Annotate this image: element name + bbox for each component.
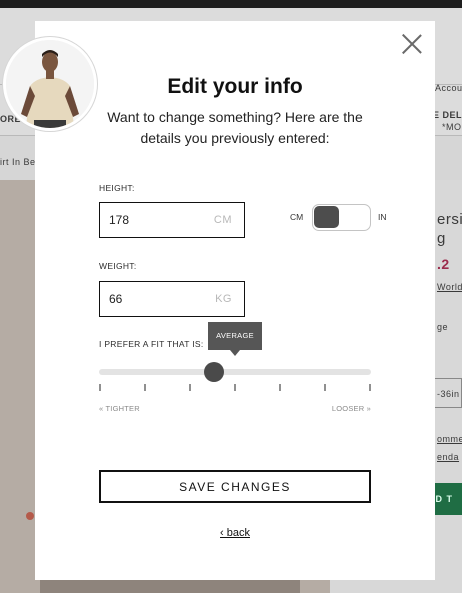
fit-slider-thumb[interactable] <box>204 362 224 382</box>
model-photo <box>6 40 94 128</box>
unit-toggle-knob <box>314 206 339 228</box>
size-value: -36in <box>437 389 460 399</box>
fit-slider-tick <box>99 384 101 391</box>
delivery-sub: *MO <box>442 122 462 132</box>
delivery-banner: E DEL <box>433 110 462 120</box>
product-title: ersi <box>437 211 462 228</box>
fit-slider-track[interactable] <box>99 369 371 375</box>
fit-tooltip: AVERAGE <box>208 322 262 356</box>
unit-toggle-in-label: IN <box>378 212 387 222</box>
weight-unit: KG <box>215 293 232 305</box>
fit-slider-tick <box>279 384 281 391</box>
size-label: ge <box>437 322 449 332</box>
back-link-row: ‹ back <box>35 527 435 539</box>
fit-looser-label: LOOSER » <box>331 404 371 413</box>
product-title: g <box>437 230 446 247</box>
save-changes-button[interactable]: SAVE CHANGES <box>99 470 371 503</box>
modal-subtitle: Want to change something? Here are the d… <box>107 109 363 146</box>
close-icon[interactable] <box>401 33 423 55</box>
shipping-link[interactable]: Worldw <box>437 282 462 292</box>
height-unit: CM <box>213 214 232 226</box>
height-label: HEIGHT: <box>99 183 135 193</box>
edit-info-modal: Edit your info Want to change something?… <box>35 21 435 580</box>
product-price: .2 <box>437 256 450 272</box>
weight-label: WEIGHT: <box>99 261 137 271</box>
top-bar <box>0 0 462 8</box>
weight-value: 66 <box>109 292 123 306</box>
fit-slider-tick <box>189 384 191 391</box>
fit-tighter-label: « TIGHTER <box>99 404 140 413</box>
recommend-link[interactable]: enda <box>437 452 459 462</box>
fit-slider-tick <box>144 384 146 391</box>
fit-slider-tick <box>369 384 371 391</box>
avatar <box>3 37 97 131</box>
height-field[interactable]: 178 CM <box>99 202 245 238</box>
height-value: 178 <box>109 213 130 227</box>
fit-slider-tick <box>324 384 326 391</box>
unit-toggle[interactable] <box>312 204 371 231</box>
recommend-link[interactable]: omme <box>437 434 462 444</box>
account-link[interactable]: Accoun <box>435 83 462 93</box>
breadcrumb[interactable]: irt In Be <box>0 157 36 167</box>
weight-field[interactable]: 66 KG <box>99 281 245 317</box>
unit-toggle-cm-label: CM <box>290 212 304 222</box>
back-link[interactable]: ‹ back <box>220 527 250 539</box>
fit-slider-tick <box>234 384 236 391</box>
product-image-detail <box>26 512 34 520</box>
fit-label: I PREFER A FIT THAT IS: <box>99 339 204 349</box>
